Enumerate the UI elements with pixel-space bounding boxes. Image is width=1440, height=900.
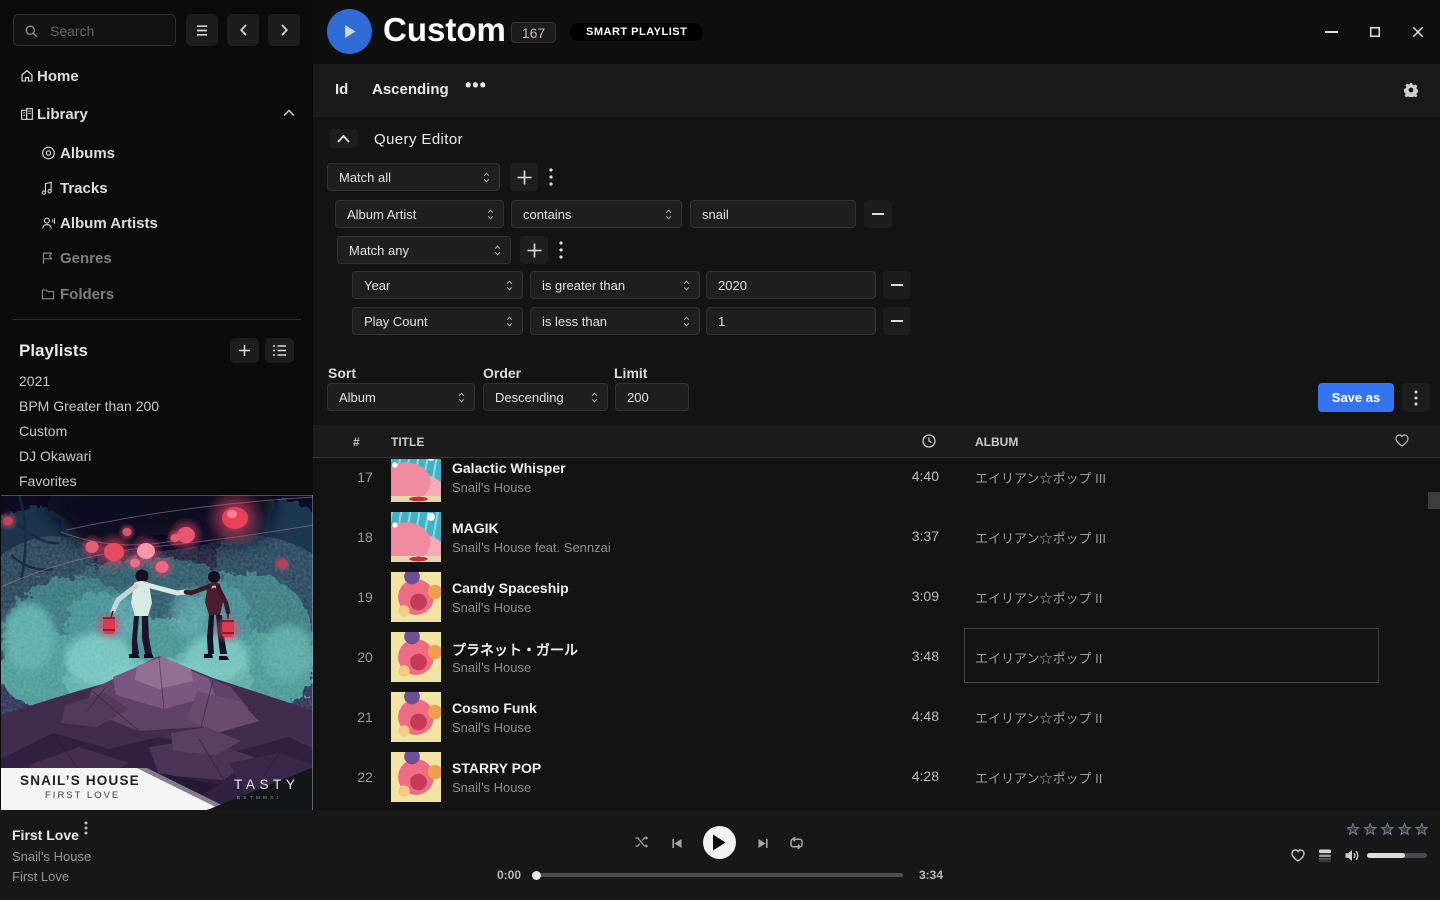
svg-text:BSTMMXI: BSTMMXI	[237, 795, 281, 800]
svg-text:FIRST LOVE: FIRST LOVE	[45, 790, 120, 801]
svg-text:SNAIL’S HOUSE: SNAIL’S HOUSE	[20, 773, 140, 788]
svg-text:TASTY: TASTY	[234, 777, 300, 792]
